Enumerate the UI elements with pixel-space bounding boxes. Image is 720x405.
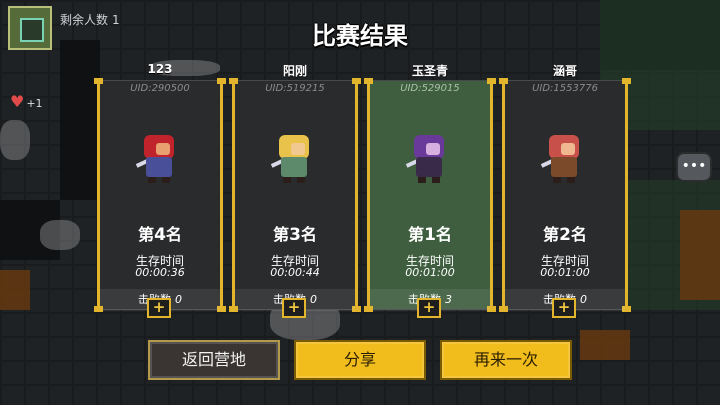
player-name: 玉圣青: [411, 64, 448, 78]
player-card: UID:1553776第2名生存时间00:01:00击败数0: [499, 78, 631, 312]
survival-time: 00:01:00: [540, 266, 590, 279]
character-sprite: [405, 133, 454, 185]
rank-suffix: 名: [300, 225, 317, 244]
player-card: UID:529015第1名生存时间00:01:00击败数3: [364, 78, 496, 312]
player-rank: 第4名: [100, 221, 220, 245]
heart-icon: ♥ +1: [10, 92, 43, 111]
player-result-4: 涵哥UID:1553776第2名生存时间00:01:00击败数0+: [499, 62, 631, 322]
character-sprite: [540, 133, 589, 185]
rank-number: 1: [424, 225, 436, 245]
chat-bubble-icon[interactable]: •••: [676, 152, 712, 182]
player-name: 阳刚: [282, 64, 307, 78]
player-name: 123: [147, 62, 173, 76]
player-uid: UID:519215: [265, 83, 325, 94]
survival-time: 00:00:44: [270, 266, 320, 279]
rank-number: 3: [289, 225, 301, 245]
rank-prefix: 第: [138, 225, 155, 244]
return-camp-button[interactable]: 返回营地: [148, 340, 280, 380]
rank-number: 4: [154, 225, 166, 245]
add-friend-button[interactable]: +: [552, 298, 576, 318]
player-uid: UID:1553776: [532, 83, 598, 94]
survival-time: 00:00:36: [135, 266, 185, 279]
survival-time: 00:01:00: [405, 266, 455, 279]
add-friend-button[interactable]: +: [282, 298, 306, 318]
character-sprite: [135, 133, 184, 185]
play-again-button[interactable]: 再来一次: [440, 340, 572, 380]
player-rank: 第1名: [370, 221, 490, 245]
player-name: 涵哥: [552, 64, 577, 78]
player-uid: UID:529015: [400, 83, 460, 94]
player-rank: 第2名: [505, 221, 625, 245]
rank-prefix: 第: [273, 225, 290, 244]
player-card: UID:519215第3名生存时间00:00:44击败数0: [229, 78, 361, 312]
rank-suffix: 名: [435, 225, 452, 244]
rank-prefix: 第: [408, 225, 425, 244]
character-sprite: [270, 133, 319, 185]
player-result-2: 阳刚UID:519215第3名生存时间00:00:44击败数0+: [229, 62, 361, 322]
results-title: 比赛结果: [312, 22, 408, 50]
add-friend-button[interactable]: +: [147, 298, 171, 318]
rank-suffix: 名: [165, 225, 182, 244]
share-button[interactable]: 分享: [294, 340, 426, 380]
player-rank: 第3名: [235, 221, 355, 245]
player-result-3: 玉圣青UID:529015第1名生存时间00:01:00击败数3+: [364, 62, 496, 322]
rank-prefix: 第: [543, 225, 560, 244]
player-result-1: 123UID:290500第4名生存时间00:00:36击败数0+: [94, 62, 226, 322]
player-uid: UID:290500: [130, 83, 190, 94]
rank-suffix: 名: [570, 225, 587, 244]
player-card: UID:290500第4名生存时间00:00:36击败数0: [94, 78, 226, 312]
kills-count: 0: [175, 293, 182, 306]
rank-number: 2: [559, 225, 571, 245]
kills-count: 0: [310, 293, 317, 306]
heart-value: +1: [26, 97, 43, 110]
kills-count: 3: [445, 293, 452, 306]
kills-count: 0: [580, 293, 587, 306]
add-friend-button[interactable]: +: [417, 298, 441, 318]
